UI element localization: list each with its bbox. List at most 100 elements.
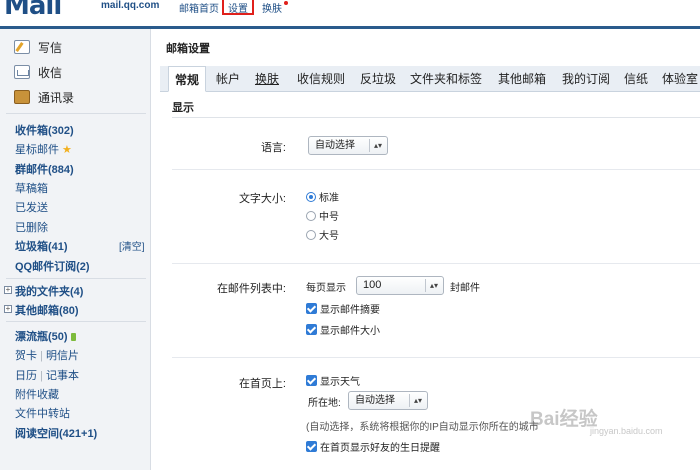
- mail-list-label: 在邮件列表中:: [216, 283, 286, 295]
- radio-unselected-icon: [306, 229, 316, 240]
- sidebar-item-card-row: 贺卡 | 明信片: [15, 347, 79, 363]
- main-panel: 邮箱设置 常规 帐户 换肤 收信规则 反垃圾 文件夹和标签 其他邮箱 我的订阅 …: [152, 29, 700, 470]
- show-birthday-checkbox[interactable]: 在首页显示好友的生日提醒: [306, 439, 440, 454]
- write-label: 写信: [38, 40, 63, 55]
- sidebar-divider: [6, 321, 146, 322]
- sidebar-item-inbox[interactable]: 收件箱(302): [15, 122, 74, 138]
- tab-labs[interactable]: 体验室: [660, 66, 700, 92]
- notification-dot-icon: [284, 1, 288, 5]
- sidebar-item-card[interactable]: 贺卡: [15, 350, 37, 362]
- tab-other-mailboxes[interactable]: 其他邮箱: [494, 66, 550, 92]
- tab-anti-spam[interactable]: 反垃圾: [356, 66, 400, 92]
- checkbox-checked-icon: [306, 303, 317, 314]
- sidebar-item-postcard[interactable]: 明信片: [46, 350, 79, 362]
- tab-skin[interactable]: 换肤: [248, 66, 286, 92]
- general-settings-form: 显示 语言: 自动选择 ▴▾ 文字大小: 标准 中号 大号 在邮件列表中: 每页…: [160, 93, 700, 470]
- tab-mail-rules[interactable]: 收信规则: [292, 66, 350, 92]
- sidebar-item-other-mailboxes[interactable]: 其他邮箱(80): [15, 302, 79, 318]
- nav-mailbox-home[interactable]: 邮箱首页: [179, 0, 219, 15]
- location-select[interactable]: 自动选择 ▴▾: [348, 391, 428, 410]
- drift-bottle-label: 漂流瓶(50): [15, 331, 68, 343]
- sidebar-item-deleted[interactable]: 已删除: [15, 219, 48, 235]
- row-divider: [172, 169, 700, 170]
- language-value: 自动选择: [315, 140, 355, 151]
- sidebar-item-notes[interactable]: 记事本: [46, 370, 79, 382]
- show-weather-checkbox[interactable]: 显示天气: [306, 373, 360, 388]
- tab-account[interactable]: 帐户: [208, 66, 248, 92]
- homepage-label: 在首页上:: [238, 378, 286, 390]
- tab-my-subscriptions[interactable]: 我的订阅: [558, 66, 614, 92]
- sidebar-item-calendar[interactable]: 日历: [15, 370, 37, 382]
- font-size-label: 文字大小:: [238, 193, 286, 205]
- select-divider: [369, 139, 370, 152]
- tab-folders-and-labels[interactable]: 文件夹和标签: [406, 66, 486, 92]
- inbox-tray-icon: [14, 65, 30, 79]
- location-value: 自动选择: [355, 395, 395, 406]
- sidebar-divider: [6, 278, 146, 279]
- checkbox-label: 显示邮件摘要: [320, 305, 380, 316]
- section-title-display: 显示: [172, 102, 194, 114]
- language-select[interactable]: 自动选择 ▴▾: [308, 136, 388, 155]
- contacts-label: 通讯录: [38, 90, 75, 105]
- nav-skin[interactable]: 换肤: [262, 0, 282, 15]
- per-page-suffix: 封邮件: [450, 283, 480, 294]
- receive-mail-button[interactable]: 收信: [14, 62, 62, 82]
- per-page-select[interactable]: 100 ▴▾: [356, 276, 444, 295]
- sidebar-item-file-transfer[interactable]: 文件中转站: [15, 405, 70, 421]
- expand-plus-icon[interactable]: +: [4, 286, 12, 294]
- font-size-medium-radio[interactable]: 中号: [306, 208, 339, 223]
- sidebar-item-qq-subscription[interactable]: QQ邮件订阅(2): [15, 258, 90, 274]
- sidebar-item-starred[interactable]: 星标邮件 ★: [15, 141, 72, 157]
- receive-label: 收信: [38, 65, 63, 80]
- select-divider: [425, 279, 426, 292]
- clear-spam-link[interactable]: [清空]: [119, 238, 145, 253]
- row-divider: [172, 263, 700, 264]
- chevron-updown-icon: ▴▾: [373, 141, 382, 150]
- tab-stationery[interactable]: 信纸: [620, 66, 652, 92]
- contacts-button[interactable]: 通讯录: [14, 87, 74, 107]
- font-size-standard-radio[interactable]: 标准: [306, 189, 339, 204]
- checkbox-label: 显示邮件大小: [320, 326, 380, 337]
- tab-general[interactable]: 常规: [168, 66, 206, 92]
- page-title: 邮箱设置: [166, 43, 210, 55]
- sidebar-item-sent[interactable]: 已发送: [15, 199, 48, 215]
- top-header: Mail mail.qq.com 邮箱首页 设置 换肤: [0, 0, 700, 29]
- checkbox-label: 在首页显示好友的生日提醒: [320, 443, 440, 454]
- nav-settings[interactable]: 设置: [222, 0, 254, 15]
- sidebar-item-calendar-row: 日历 | 记事本: [15, 367, 79, 383]
- left-sidebar: 写信 收信 通讯录 收件箱(302) 星标邮件 ★ 群邮件(884) 草稿箱 已发…: [0, 29, 151, 470]
- radio-label: 标准: [319, 193, 339, 204]
- show-summary-checkbox[interactable]: 显示邮件摘要: [306, 301, 380, 316]
- sidebar-item-my-folders[interactable]: 我的文件夹(4): [15, 283, 83, 299]
- radio-selected-icon: [306, 191, 316, 202]
- row-divider: [172, 357, 700, 358]
- sidebar-item-group-mail[interactable]: 群邮件(884): [15, 161, 74, 177]
- qq-mail-logo[interactable]: Mail: [4, 0, 62, 21]
- address-book-icon: [14, 90, 30, 104]
- logo-domain: mail.qq.com: [101, 0, 160, 11]
- section-divider: [172, 117, 700, 118]
- sidebar-item-reading-space[interactable]: 阅读空间(421+1): [15, 425, 97, 441]
- sidebar-item-drift-bottle[interactable]: 漂流瓶(50): [15, 328, 76, 344]
- show-size-checkbox[interactable]: 显示邮件大小: [306, 322, 380, 337]
- checkbox-checked-icon: [306, 375, 317, 386]
- write-mail-button[interactable]: 写信: [14, 37, 62, 57]
- settings-tab-bar: 常规 帐户 换肤 收信规则 反垃圾 文件夹和标签 其他邮箱 我的订阅 信纸 体验…: [160, 66, 700, 92]
- sidebar-item-spam[interactable]: 垃圾箱(41): [15, 238, 68, 254]
- checkbox-checked-icon: [306, 441, 317, 452]
- sidebar-item-attachments[interactable]: 附件收藏: [15, 386, 59, 402]
- star-icon: ★: [62, 144, 72, 156]
- per-page-prefix: 每页显示: [306, 283, 346, 294]
- per-page-value: 100: [363, 279, 382, 291]
- pencil-icon: [14, 40, 30, 54]
- sidebar-divider: [6, 113, 146, 114]
- radio-unselected-icon: [306, 210, 316, 221]
- baidu-watermark-url: jingyan.baidu.com: [590, 426, 663, 436]
- sidebar-item-drafts[interactable]: 草稿箱: [15, 180, 48, 196]
- radio-label: 中号: [319, 212, 339, 223]
- chevron-updown-icon: ▴▾: [429, 281, 438, 290]
- font-size-large-radio[interactable]: 大号: [306, 227, 339, 242]
- checkbox-checked-icon: [306, 324, 317, 335]
- expand-plus-icon[interactable]: +: [4, 305, 12, 313]
- starred-label: 星标邮件: [15, 144, 59, 156]
